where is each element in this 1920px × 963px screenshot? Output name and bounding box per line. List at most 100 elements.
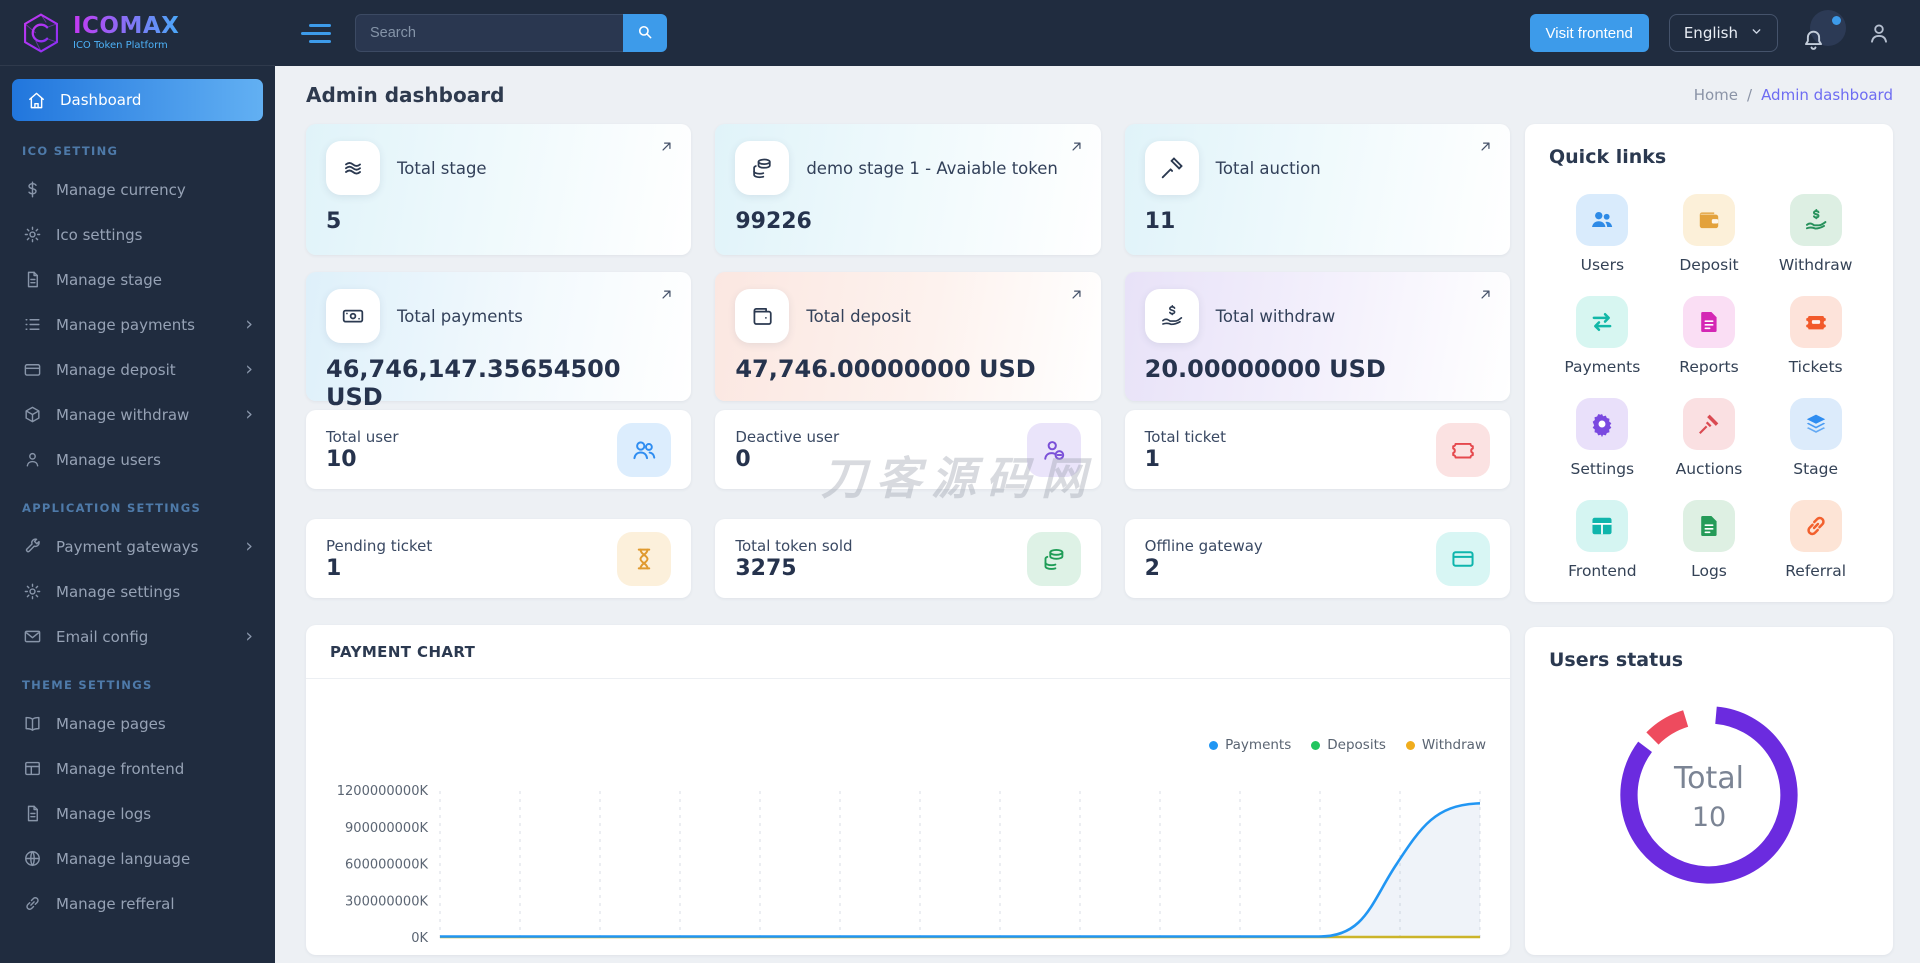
stat-card-deactive-user: Deactive user 0 (715, 410, 1101, 489)
breadcrumb: Home / Admin dashboard (1694, 86, 1893, 104)
sidebar-item-manage-settings[interactable]: Manage settings (0, 569, 275, 614)
content: 刀客源码网 Admin dashboard Home / Admin dashb… (275, 66, 1920, 963)
log-file-icon (1682, 500, 1735, 552)
language-select-value: English (1683, 24, 1738, 42)
quick-link-tickets[interactable]: Tickets (1762, 296, 1869, 376)
donut-center-value: 10 (1691, 802, 1727, 833)
layers-icon (1789, 398, 1842, 450)
stat-card-total-withdraw: Total withdraw 20.00000000 USD (1124, 272, 1510, 401)
quick-link-settings[interactable]: Settings (1549, 398, 1656, 478)
icomax-hexagon-logo-icon (24, 12, 58, 53)
stat-value: 46,746,147.35654500 USD (326, 355, 621, 411)
sidebar-item-label: Email config (56, 627, 149, 646)
visit-frontend-button[interactable]: Visit frontend (1529, 14, 1649, 52)
quick-link-users[interactable]: Users (1549, 194, 1656, 274)
arrow-up-right-icon[interactable] (1069, 139, 1084, 158)
arrow-up-right-icon[interactable] (1478, 139, 1493, 158)
payments-area-fill (440, 803, 1480, 938)
legend-dot-withdraw (1405, 740, 1415, 750)
quick-link-label: Referral (1785, 562, 1847, 580)
user-menu-button[interactable] (1866, 20, 1892, 46)
sidebar-item-manage-frontend[interactable]: Manage frontend (0, 746, 275, 791)
quick-link-reports[interactable]: Reports (1656, 296, 1763, 376)
legend-dot-payments (1209, 740, 1219, 750)
sidebar-section-heading: THEME SETTINGS (22, 678, 153, 692)
stat-value: 3275 (735, 555, 797, 581)
file-icon (22, 804, 42, 823)
arrow-up-right-icon[interactable] (1069, 287, 1084, 306)
sidebar-item-manage-refferal[interactable]: Manage refferal (0, 881, 275, 926)
sidebar-item-manage-payments[interactable]: Manage payments › (0, 302, 275, 347)
sidebar-item-label: Dashboard (60, 91, 142, 109)
users-status-title: Users status (1549, 649, 1684, 671)
sidebar-toggle-button[interactable] (301, 23, 331, 43)
quick-link-frontend[interactable]: Frontend (1549, 500, 1656, 580)
notifications-button[interactable] (1798, 10, 1846, 56)
stat-title: Total withdraw (1215, 306, 1336, 326)
search-box (355, 14, 667, 52)
breadcrumb-separator: / (1747, 86, 1753, 104)
quick-link-withdraw[interactable]: Withdraw (1762, 194, 1869, 274)
sidebar-item-label: Manage logs (56, 804, 152, 823)
arrow-up-right-icon[interactable] (1478, 287, 1493, 306)
chevron-right-icon: › (245, 313, 253, 335)
stat-card-total-deposit: Total deposit 47,746.00000000 USD (715, 272, 1101, 401)
layers-wave-icon (326, 141, 380, 195)
stat-title: Total auction (1215, 158, 1321, 178)
quick-link-deposit[interactable]: Deposit (1656, 194, 1763, 274)
dollar-icon (22, 180, 42, 199)
chart-legend: Payments Deposits Withdraw (330, 737, 1486, 753)
quick-link-label: Withdraw (1778, 256, 1853, 274)
quick-link-payments[interactable]: Payments (1549, 296, 1656, 376)
wallet-icon (1682, 194, 1735, 246)
quick-link-auctions[interactable]: Auctions (1656, 398, 1763, 478)
sidebar-item-payment-gateways[interactable]: Payment gateways › (0, 524, 275, 569)
stat-card-pending-ticket: Pending ticket 1 (306, 519, 692, 598)
coins-icon (735, 141, 790, 195)
quick-link-stage[interactable]: Stage (1762, 398, 1869, 478)
sidebar-item-manage-users[interactable]: Manage users (0, 437, 275, 482)
chevron-right-icon: › (245, 535, 253, 557)
y-tick: 300000000K (345, 894, 428, 909)
bell-icon (1805, 30, 1822, 50)
stat-value: 5 (326, 209, 342, 234)
link-icon (22, 894, 42, 913)
quick-links-panel: Quick links Users Deposit Withdraw Payme… (1525, 124, 1893, 602)
stat-title: Total user (326, 427, 399, 446)
brand-tagline: ICO Token Platform (73, 40, 168, 52)
sidebar-item-manage-stage[interactable]: Manage stage (0, 257, 275, 302)
breadcrumb-home[interactable]: Home (1694, 86, 1738, 104)
stat-value: 1 (326, 555, 342, 581)
wrench-icon (22, 537, 42, 556)
sidebar-item-manage-language[interactable]: Manage language (0, 836, 275, 881)
search-button[interactable] (623, 14, 667, 52)
gavel-icon (1144, 141, 1199, 195)
search-input[interactable] (355, 14, 623, 52)
notification-badge (1832, 16, 1841, 25)
home-icon (26, 91, 46, 110)
sidebar-item-manage-pages[interactable]: Manage pages (0, 701, 275, 746)
sidebar-item-email-config[interactable]: Email config › (0, 614, 275, 659)
ticket-icon (1789, 296, 1842, 348)
sidebar-item-dashboard[interactable]: Dashboard (12, 79, 263, 121)
sidebar-item-ico-settings[interactable]: Ico settings (0, 212, 275, 257)
sidebar-item-manage-currency[interactable]: Manage currency (0, 167, 275, 212)
stat-title: Offline gateway (1144, 536, 1263, 555)
sidebar-item-manage-withdraw[interactable]: Manage withdraw › (0, 392, 275, 437)
quick-link-logs[interactable]: Logs (1656, 500, 1763, 580)
language-select[interactable]: English (1668, 14, 1778, 52)
users-icon (617, 422, 672, 477)
donut-center-label: Total (1673, 761, 1745, 796)
legend-label: Withdraw (1421, 737, 1486, 753)
stat-value: 0 (735, 446, 751, 472)
chevron-right-icon: › (245, 625, 253, 647)
arrow-up-right-icon[interactable] (659, 139, 674, 158)
sidebar-item-label: Manage users (56, 450, 161, 469)
sidebar-item-manage-logs[interactable]: Manage logs (0, 791, 275, 836)
sidebar-item-manage-deposit[interactable]: Manage deposit › (0, 347, 275, 392)
sidebar-item-label: Payment gateways (56, 537, 199, 556)
arrow-up-right-icon[interactable] (659, 287, 674, 306)
quick-link-referral[interactable]: Referral (1762, 500, 1869, 580)
brand-logo[interactable]: ICOMAX ICO Token Platform (0, 0, 275, 66)
payment-chart-panel: PAYMENT CHART Payments Deposits Withdraw (306, 625, 1510, 955)
